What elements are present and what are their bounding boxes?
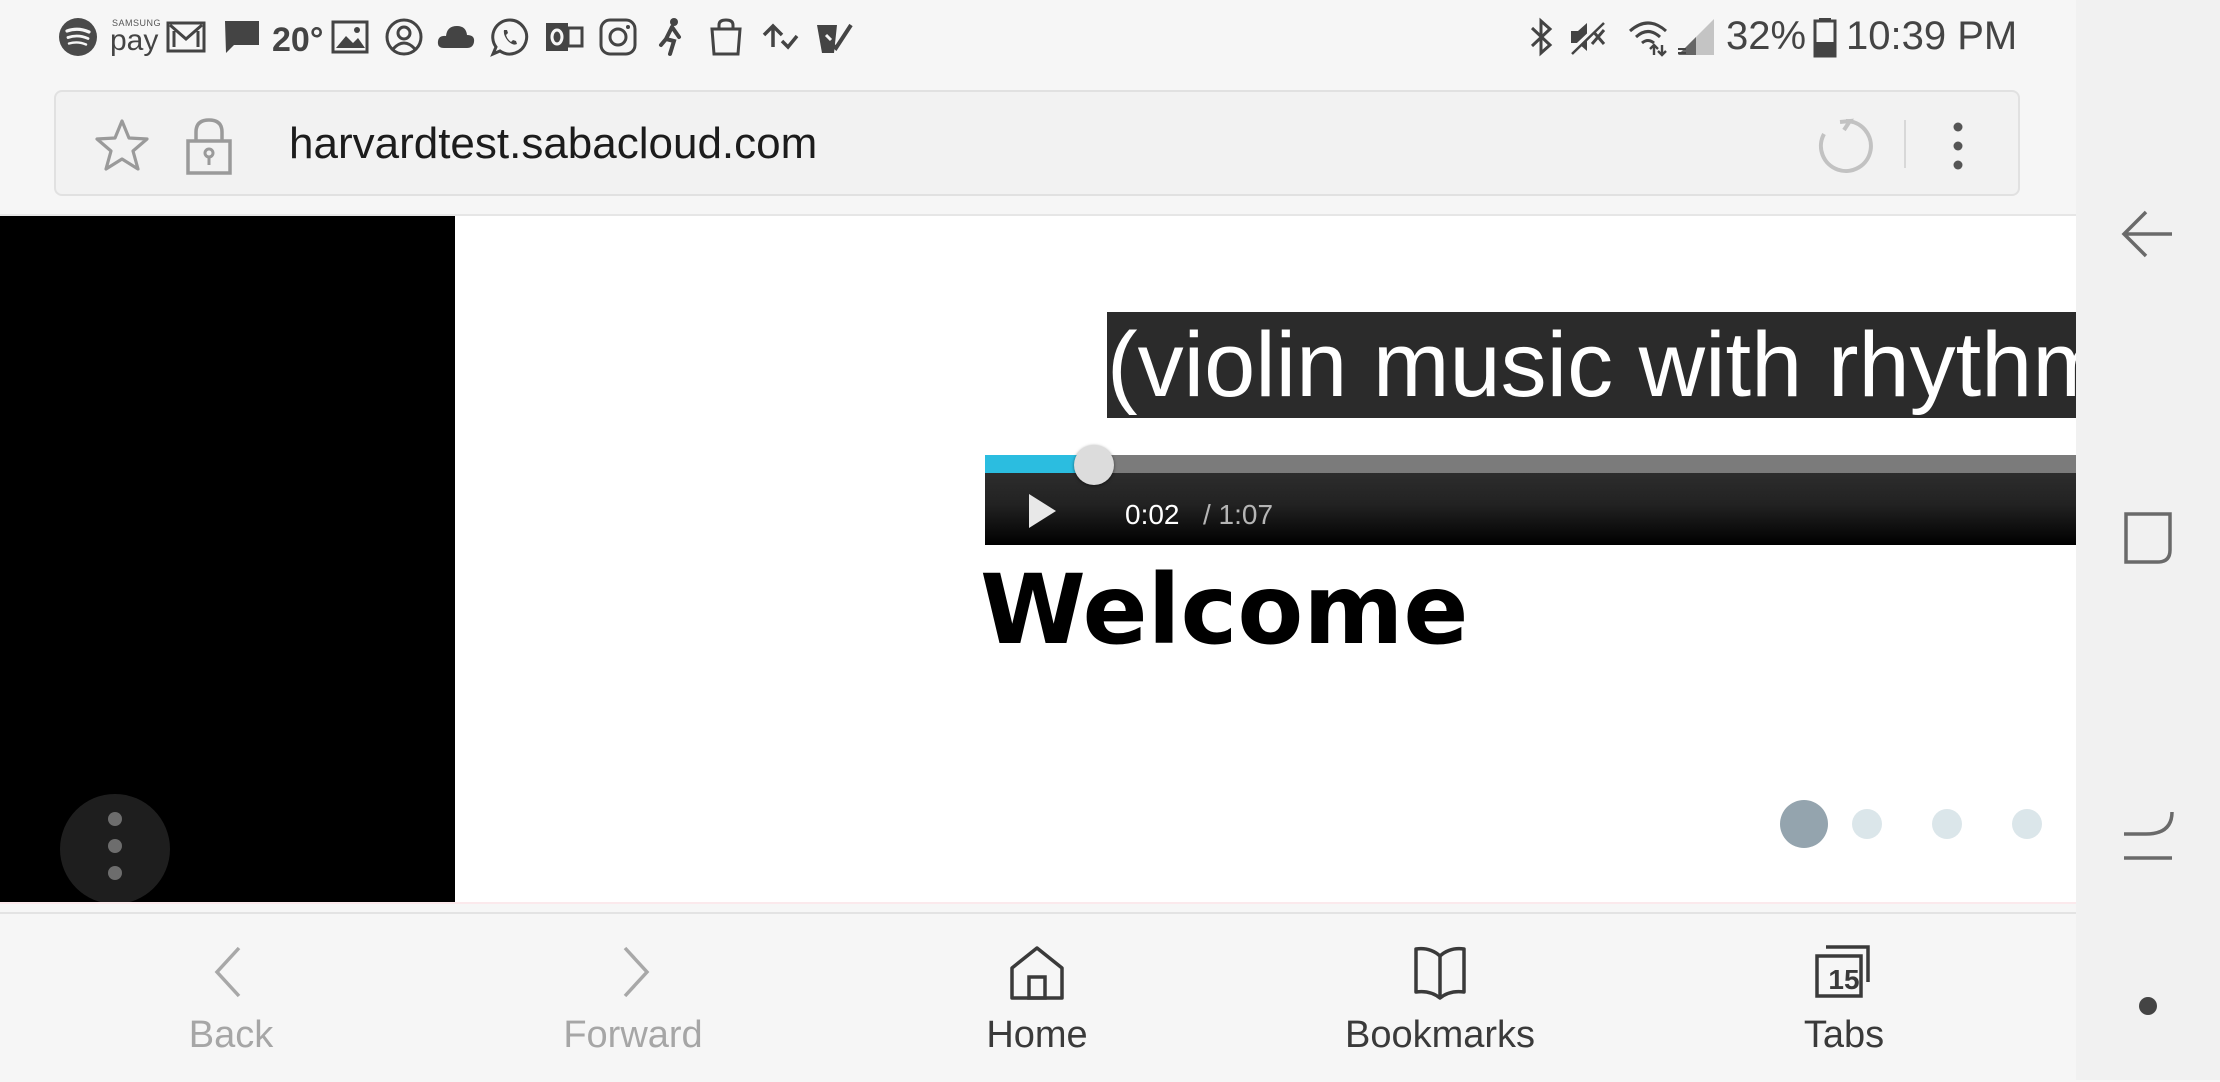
- recents-icon: [2124, 512, 2172, 564]
- side-panel: [0, 216, 455, 904]
- sync-check-icon: [760, 17, 800, 57]
- carousel-dot-active[interactable]: [1780, 800, 1828, 848]
- progress-fill: [985, 455, 1078, 473]
- clock: 10:39 PM: [1846, 14, 2018, 58]
- signal-icon: [1676, 17, 1716, 57]
- carousel-dot[interactable]: [2012, 809, 2042, 839]
- carousel-indicators: [1780, 800, 2076, 860]
- total-time: / 1:07: [1203, 499, 1274, 530]
- system-recents-button[interactable]: [2102, 492, 2194, 584]
- page-divider: [0, 902, 2076, 904]
- fitness-icon: [652, 17, 692, 57]
- samsung-pay-icon: SAMSUNG pay: [110, 18, 161, 58]
- forward-label: Forward: [563, 1014, 703, 1056]
- samsung-pay-text: pay: [110, 24, 159, 57]
- bluetooth-icon: [1522, 17, 1562, 57]
- home-icon: [1010, 946, 1064, 1000]
- lock-icon[interactable]: [184, 116, 234, 176]
- bookmark-star-icon[interactable]: [94, 118, 150, 174]
- whatsapp-icon: [490, 17, 530, 57]
- split-screen-icon: [2124, 811, 2174, 860]
- web-page: (violin music with rhythmic 0:02 / 1:07 …: [0, 214, 2076, 904]
- system-split-button[interactable]: [2102, 796, 2194, 888]
- play-icon[interactable]: [1025, 491, 1059, 531]
- carousel-dot[interactable]: [1852, 809, 1882, 839]
- status-bar: SAMSUNG pay 20° 32% 10:39 PM: [0, 0, 2076, 72]
- video-caption: (violin music with rhythmic: [1107, 312, 2076, 418]
- outlook-icon: [544, 17, 584, 57]
- system-navigation-bar: [2076, 0, 2220, 1080]
- spotify-icon: [58, 17, 98, 57]
- message-icon: [222, 17, 262, 57]
- instagram-icon: [598, 17, 638, 57]
- home-dot-icon: [2139, 997, 2157, 1015]
- gmail-icon: [166, 17, 206, 57]
- reload-icon[interactable]: [1816, 118, 1873, 174]
- panel-menu-button[interactable]: [60, 794, 170, 904]
- weather-temperature: 20°: [272, 21, 324, 59]
- tabs-count: 15: [1828, 964, 1860, 995]
- home-button[interactable]: Home: [887, 914, 1187, 1082]
- checklist-icon: [814, 17, 854, 57]
- back-chevron-icon: [214, 946, 241, 998]
- tabs-label: Tabs: [1803, 1014, 1885, 1056]
- home-label: Home: [986, 1014, 1088, 1056]
- forward-button[interactable]: Forward: [483, 914, 783, 1082]
- bookmarks-label: Bookmarks: [1344, 1014, 1536, 1056]
- more-options-icon[interactable]: [1948, 118, 1968, 174]
- mute-icon: [1568, 17, 1608, 57]
- bookmarks-button[interactable]: Bookmarks: [1290, 914, 1590, 1082]
- battery-icon: [1806, 17, 1846, 58]
- current-time: 0:02: [1125, 499, 1180, 530]
- battery-percent: 32%: [1726, 14, 1807, 58]
- forward-chevron-icon: [623, 946, 650, 998]
- browser-toolbar: Back Forward Home Bookmarks 15 Tabs: [0, 912, 2076, 1080]
- system-back-button[interactable]: [2102, 188, 2194, 280]
- wifi-icon: [1628, 17, 1668, 57]
- back-label: Back: [188, 1014, 274, 1056]
- system-back-icon: [2121, 210, 2172, 258]
- url-text[interactable]: harvardtest.sabacloud.com: [289, 118, 817, 170]
- progress-knob[interactable]: [1074, 445, 1114, 485]
- bookmarks-icon: [1414, 946, 1466, 1000]
- tabs-button[interactable]: 15 Tabs: [1694, 914, 1994, 1082]
- back-button[interactable]: Back: [81, 914, 381, 1082]
- toolbar-divider: [1904, 120, 1906, 168]
- system-home-dot[interactable]: [2102, 960, 2194, 1052]
- video-player-controls[interactable]: 0:02 / 1:07: [985, 445, 2076, 545]
- cloud-icon: [436, 17, 476, 57]
- carousel-dot[interactable]: [1932, 809, 1962, 839]
- progress-track[interactable]: [985, 455, 2076, 473]
- account-icon: [384, 17, 424, 57]
- page-heading: Welcome: [980, 554, 1469, 666]
- address-bar[interactable]: harvardtest.sabacloud.com: [54, 90, 2020, 196]
- shopping-bag-icon: [706, 17, 746, 57]
- gallery-icon: [330, 17, 370, 57]
